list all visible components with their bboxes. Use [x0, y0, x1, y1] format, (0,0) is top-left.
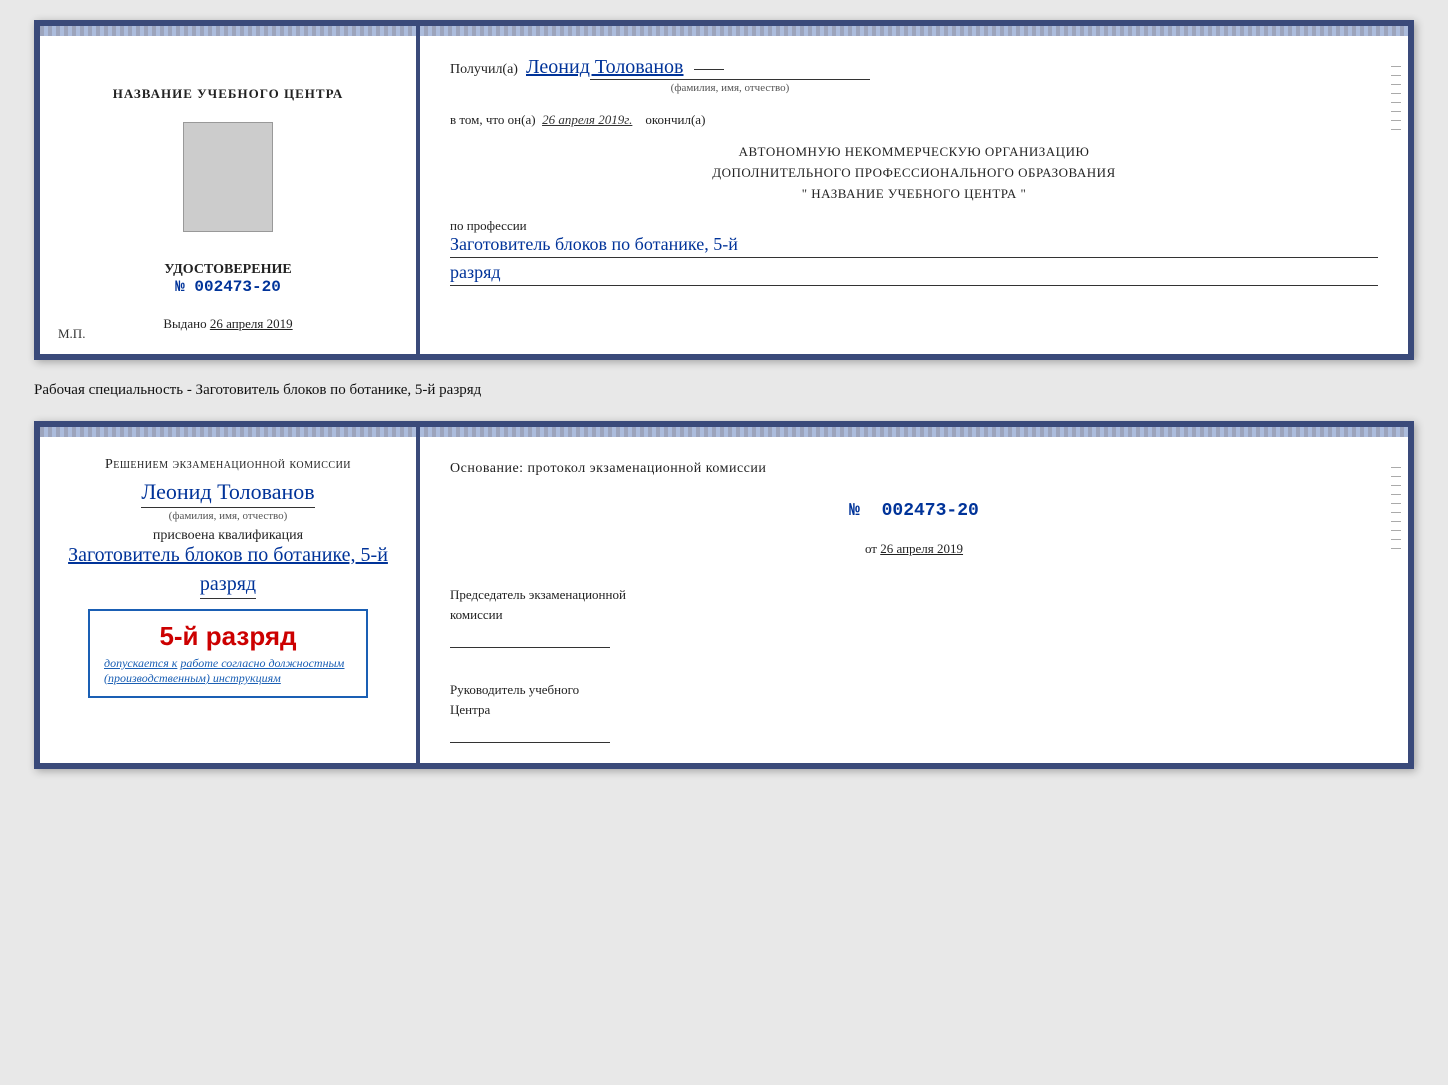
nazvanie-label: " НАЗВАНИЕ УЧЕБНОГО ЦЕНТРА "	[450, 184, 1378, 205]
avtonomnuyu-line2: ДОПОЛНИТЕЛЬНОГО ПРОФЕССИОНАЛЬНОГО ОБРАЗО…	[450, 163, 1378, 184]
prof-big: Заготовитель блоков по ботанике, 5-й	[68, 544, 388, 567]
doc1-left-panel: НАЗВАНИЕ УЧЕБНОГО ЦЕНТРА УДОСТОВЕРЕНИЕ №…	[40, 26, 420, 354]
dopuskaetsya-prefix: допускается к	[104, 656, 177, 670]
doc2-right-panel: Основание: протокол экзаменационной коми…	[420, 427, 1408, 763]
dopuskaetsya-text: допускается к работе согласно должностны…	[104, 656, 352, 686]
right-deco-1	[1388, 66, 1404, 350]
doc1-right-panel: Получил(а) Леонид Толованов (фамилия, им…	[420, 26, 1408, 354]
specialty-label: Рабочая специальность - Заготовитель бло…	[34, 378, 1414, 403]
rukovoditel-label-1: Руководитель учебного	[450, 680, 1378, 700]
document-card-2: Решением экзаменационной комиссии Леонид…	[34, 421, 1414, 769]
fio-hint-2: (фамилия, имя, отчество)	[169, 508, 288, 522]
dash-after-name	[694, 69, 724, 70]
osnovanie-block: Основание: протокол экзаменационной коми…	[450, 461, 1378, 477]
photo-placeholder	[183, 122, 273, 232]
chairman-label-2: комиссии	[450, 605, 1378, 625]
vtom-prefix: в том, что он(а)	[450, 112, 536, 127]
ot-date-row: от 26 апреля 2019	[450, 541, 1378, 557]
page-container: НАЗВАНИЕ УЧЕБНОГО ЦЕНТРА УДОСТОВЕРЕНИЕ №…	[34, 20, 1414, 769]
rukovoditel-signature-line	[450, 725, 610, 743]
instruktsii: (производственным) инструкциям	[104, 671, 352, 686]
rukovoditel-label-2: Центра	[450, 700, 1378, 720]
profession-text-1: Заготовитель блоков по ботанике, 5-й	[450, 234, 1378, 258]
resheniem-label: Решением экзаменационной комиссии	[105, 457, 351, 473]
doc1-center-title: НАЗВАНИЕ УЧЕБНОГО ЦЕНТРА	[113, 86, 344, 102]
udostoverenie-number: № 002473-20	[164, 278, 291, 296]
avtonomnuyu-line1: АВТОНОМНУЮ НЕКОММЕРЧЕСКУЮ ОРГАНИЗАЦИЮ	[450, 142, 1378, 163]
stamp-box: 5-й разряд допускается к работе согласно…	[88, 609, 368, 698]
vydano-date: 26 апреля 2019	[210, 316, 293, 331]
proto-prefix: №	[849, 501, 860, 521]
right-deco-2	[1388, 467, 1404, 759]
stamp-razryad: 5-й разряд	[104, 621, 352, 652]
udostoverenie-label: УДОСТОВЕРЕНИЕ	[164, 262, 291, 278]
vydano-label: Выдано	[163, 316, 206, 331]
protocol-number: № 002473-20	[450, 501, 1378, 521]
ot-date-value: 26 апреля 2019	[880, 541, 963, 556]
rukovoditel-block: Руководитель учебного Центра	[450, 680, 1378, 743]
vtom-row: в том, что он(а) 26 апреля 2019г. окончи…	[450, 112, 1378, 128]
razryad-text-1: разряд	[450, 262, 1378, 286]
document-card-1: НАЗВАНИЕ УЧЕБНОГО ЦЕНТРА УДОСТОВЕРЕНИЕ №…	[34, 20, 1414, 360]
vtom-date: 26 апреля 2019г.	[542, 112, 632, 127]
avtonomnuyu-block: АВТОНОМНУЮ НЕКОММЕРЧЕСКУЮ ОРГАНИЗАЦИЮ ДО…	[450, 142, 1378, 204]
chairman-block: Председатель экзаменационной комиссии	[450, 585, 1378, 648]
leonid-name: Леонид Толованов	[141, 479, 314, 508]
vydano-block: Выдано 26 апреля 2019	[163, 316, 292, 332]
fio-hint-1: (фамилия, имя, отчество)	[590, 79, 870, 94]
poluchil-row: Получил(а) Леонид Толованов (фамилия, им…	[450, 56, 1378, 94]
chairman-label-1: Председатель экзаменационной	[450, 585, 1378, 605]
okonchil-label: окончил(а)	[645, 112, 705, 127]
razryad-big: разряд	[200, 573, 256, 599]
ot-prefix: от	[865, 541, 877, 556]
proto-number: 002473-20	[882, 501, 979, 521]
udostoverenie-block: УДОСТОВЕРЕНИЕ № 002473-20	[164, 262, 291, 296]
chairman-signature-line	[450, 630, 610, 648]
recipient-name-1: Леонид Толованов	[526, 56, 684, 78]
dopuskaetsya-work: работе согласно должностным	[180, 656, 344, 670]
po-professii-label: по профессии	[450, 218, 1378, 234]
po-professii-block: по профессии Заготовитель блоков по бота…	[450, 218, 1378, 286]
prisvoena-block: присвоена квалификация	[153, 528, 303, 544]
number-prefix: №	[175, 278, 185, 296]
number-value: 002473-20	[194, 278, 280, 296]
doc2-left-panel: Решением экзаменационной комиссии Леонид…	[40, 427, 420, 763]
mp-label: М.П.	[58, 326, 85, 342]
poluchil-prefix: Получил(а)	[450, 62, 518, 77]
